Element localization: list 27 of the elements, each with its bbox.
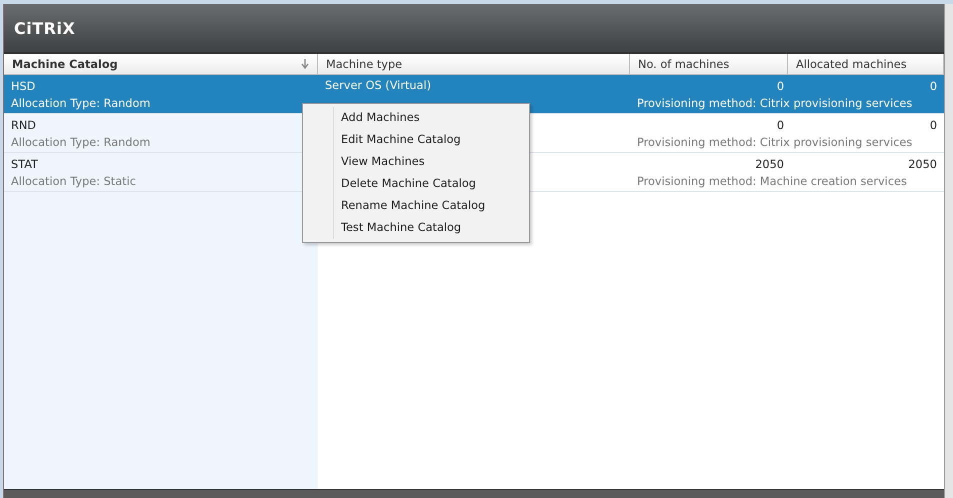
provisioning-method: Provisioning method: Citrix provisioning services (637, 96, 914, 110)
machine-type: Server OS (Virtual) (325, 78, 432, 92)
allocation-type: Allocation Type: Random (11, 96, 152, 110)
menu-item[interactable]: View Machines (303, 151, 529, 173)
allocated-count: 2050 (907, 156, 937, 172)
provisioning-method: Provisioning method: Citrix provisioning services (637, 136, 914, 148)
machine-count: 2050 (754, 156, 784, 172)
allocation-type: Allocation Type: Random (11, 136, 152, 148)
allocated-count: 0 (928, 78, 937, 94)
menu-item[interactable]: Delete Machine Catalog (303, 173, 529, 195)
splitter-bar[interactable] (4, 489, 944, 498)
machine-count: 0 (776, 78, 784, 94)
column-header[interactable]: Machine Catalog (4, 54, 318, 74)
catalog-name: HSD (11, 78, 36, 94)
allocation-type: Allocation Type: Static (11, 174, 137, 188)
menu-item[interactable]: Edit Machine Catalog (303, 129, 529, 151)
menu-item[interactable]: Test Machine Catalog (303, 217, 529, 239)
sort-arrow-icon (301, 59, 309, 69)
menu-item[interactable]: Rename Machine Catalog (303, 195, 529, 217)
column-header[interactable]: Machine type (318, 54, 630, 74)
catalog-name: STAT (11, 156, 39, 172)
machine-count: 0 (776, 118, 784, 132)
allocated-count: 0 (928, 118, 937, 132)
column-header[interactable]: No. of machines (630, 54, 788, 74)
catalog-name: RND (11, 118, 37, 132)
citrix-logo: CiTRiX (14, 18, 76, 38)
provisioning-method: Provisioning method: Machine creation services (637, 174, 908, 188)
